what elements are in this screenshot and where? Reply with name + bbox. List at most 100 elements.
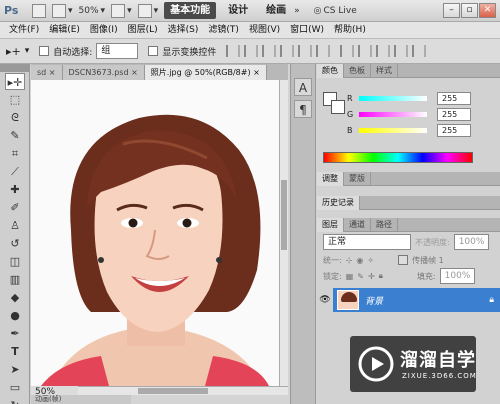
tab-masks[interactable]: 蒙版 — [344, 171, 371, 186]
screen-mode-button[interactable]: ▾ — [137, 3, 158, 19]
lasso-tool-icon[interactable]: ᘓ — [5, 109, 25, 126]
tab-swatches[interactable]: 色板 — [344, 63, 371, 78]
gradient-tool-icon[interactable]: ▥ — [5, 271, 25, 288]
close-icon[interactable]: × — [131, 68, 138, 77]
workspace-essentials[interactable]: 基本功能 — [164, 2, 217, 19]
tab-layers[interactable]: 图层 — [317, 217, 344, 232]
align-vcenter-icon[interactable] — [244, 45, 259, 57]
align-right-icon[interactable] — [316, 45, 331, 57]
lock-image-icon[interactable]: ✎ — [357, 272, 364, 281]
distribute-top-icon[interactable] — [340, 45, 355, 57]
3d-rotate-tool-icon[interactable]: ↻ — [5, 397, 25, 404]
tab-dscn3673[interactable]: DSCN3673.psd × — [62, 65, 145, 80]
lock-transparent-icon[interactable]: ▦ — [346, 272, 354, 281]
tab-paths[interactable]: 路径 — [371, 217, 398, 232]
shape-tool-icon[interactable]: ▭ — [5, 379, 25, 396]
vertical-scroll-thumb[interactable] — [281, 180, 287, 250]
layer-row-background[interactable]: 👁︎ 背景 🔒︎ — [317, 288, 500, 312]
green-slider[interactable] — [359, 111, 427, 117]
blend-mode-dropdown[interactable]: 正常 — [323, 234, 411, 250]
tab-color[interactable]: 颜色 — [317, 63, 344, 78]
align-bottom-icon[interactable] — [262, 45, 277, 57]
red-value[interactable]: 255 — [437, 91, 471, 105]
move-tool-preset-icon[interactable]: ▸+ — [6, 45, 21, 58]
tab-photo[interactable]: 照片.jpg @ 50%(RGB/8#) × — [144, 65, 267, 80]
red-slider[interactable] — [359, 95, 427, 101]
lock-all-icon[interactable]: 🔒︎ — [379, 271, 383, 281]
opacity-field[interactable]: 100% — [453, 234, 490, 250]
horizontal-scroll-thumb[interactable] — [138, 388, 208, 394]
unify-visibility-icon[interactable]: ◉ — [356, 256, 363, 265]
fill-field[interactable]: 100% — [439, 268, 476, 284]
chevron-down-icon[interactable]: ▾ — [25, 46, 30, 56]
paragraph-panel-icon[interactable]: ¶ — [294, 100, 312, 118]
show-transform-checkbox[interactable] — [148, 46, 159, 56]
maximize-button[interactable]: ▫ — [461, 3, 478, 18]
mini-bridge-button[interactable]: ▾ — [52, 3, 73, 19]
path-select-tool-icon[interactable]: ➤ — [5, 361, 25, 378]
move-tool-icon[interactable]: ▸✛ — [5, 73, 25, 90]
clone-stamp-icon[interactable]: ♙ — [5, 217, 25, 234]
bridge-button[interactable] — [32, 3, 46, 19]
crop-tool-icon[interactable]: ⌗ — [5, 145, 25, 162]
blue-value[interactable]: 255 — [437, 123, 471, 137]
dodge-tool-icon[interactable]: ● — [5, 307, 25, 324]
close-button[interactable]: ✕ — [479, 3, 496, 18]
blur-tool-icon[interactable]: ◆ — [5, 289, 25, 306]
brush-tool-icon[interactable]: ✐ — [5, 199, 25, 216]
menu-filter[interactable]: 滤镜(T) — [203, 22, 244, 39]
workspace-more-button[interactable]: » — [294, 3, 300, 19]
close-icon[interactable]: × — [253, 68, 260, 77]
eyedropper-tool-icon[interactable]: ⟋ — [5, 163, 25, 180]
menu-view[interactable]: 视图(V) — [244, 22, 285, 39]
menu-layer[interactable]: 图层(L) — [123, 22, 163, 39]
quick-select-tool-icon[interactable]: ✎ — [5, 127, 25, 144]
eye-icon[interactable]: 👁︎ — [317, 288, 333, 312]
marquee-tool-icon[interactable]: ⬚ — [5, 91, 25, 108]
distribute-bottom-icon[interactable] — [376, 45, 391, 57]
pen-tool-icon[interactable]: ✒ — [5, 325, 25, 342]
unify-style-icon[interactable]: ✧ — [367, 256, 374, 265]
zoom-dropdown[interactable]: 50% ▾ — [79, 3, 106, 19]
blue-slider[interactable] — [359, 127, 427, 133]
green-value[interactable]: 255 — [437, 107, 471, 121]
workspace-painting[interactable]: 绘画 — [260, 2, 292, 19]
align-left-icon[interactable] — [280, 45, 295, 57]
align-hcenter-icon[interactable] — [298, 45, 313, 57]
menu-select[interactable]: 选择(S) — [163, 22, 204, 39]
menu-file[interactable]: 文件(F) — [4, 22, 44, 39]
auto-select-checkbox[interactable] — [39, 46, 50, 56]
propagate-frame-checkbox[interactable] — [398, 255, 409, 265]
tab-history[interactable]: 历史记录 — [317, 195, 360, 210]
workspace-design[interactable]: 设计 — [222, 2, 254, 19]
eraser-tool-icon[interactable]: ◫ — [5, 253, 25, 270]
close-icon[interactable]: × — [49, 68, 56, 77]
tab-styles[interactable]: 样式 — [371, 63, 398, 78]
menu-window[interactable]: 窗口(W) — [285, 22, 329, 39]
lock-position-icon[interactable]: ✛ — [368, 272, 375, 281]
align-top-icon[interactable] — [226, 45, 241, 57]
arrange-button[interactable]: ▾ — [111, 3, 132, 19]
character-panel-icon[interactable]: A — [294, 78, 312, 96]
type-tool-icon[interactable]: T — [5, 343, 25, 360]
animation-panel-tab[interactable]: 动画(帧) — [31, 395, 131, 404]
menu-edit[interactable]: 编辑(E) — [44, 22, 85, 39]
vertical-scrollbar[interactable] — [279, 80, 288, 386]
distribute-vcenter-icon[interactable] — [358, 45, 373, 57]
minimize-button[interactable]: – — [443, 3, 460, 18]
distribute-hcenter-icon[interactable] — [412, 45, 427, 57]
tools-panel-header[interactable] — [0, 64, 29, 72]
tab-sd[interactable]: sd × — [31, 65, 63, 80]
history-brush-icon[interactable]: ↺ — [5, 235, 25, 252]
horizontal-scrollbar[interactable] — [78, 386, 288, 395]
distribute-left-icon[interactable] — [394, 45, 409, 57]
color-spectrum-bar[interactable] — [323, 152, 473, 163]
healing-brush-icon[interactable]: ✚ — [5, 181, 25, 198]
tab-adjustments[interactable]: 调整 — [317, 171, 344, 186]
auto-select-dropdown[interactable]: 组 — [96, 43, 139, 59]
tab-channels[interactable]: 通道 — [344, 217, 371, 232]
unify-position-icon[interactable]: ⊹ — [346, 256, 353, 265]
cs-live-button[interactable]: ◎ CS Live — [314, 3, 357, 19]
menu-image[interactable]: 图像(I) — [85, 22, 123, 39]
document-canvas[interactable] — [31, 80, 279, 386]
